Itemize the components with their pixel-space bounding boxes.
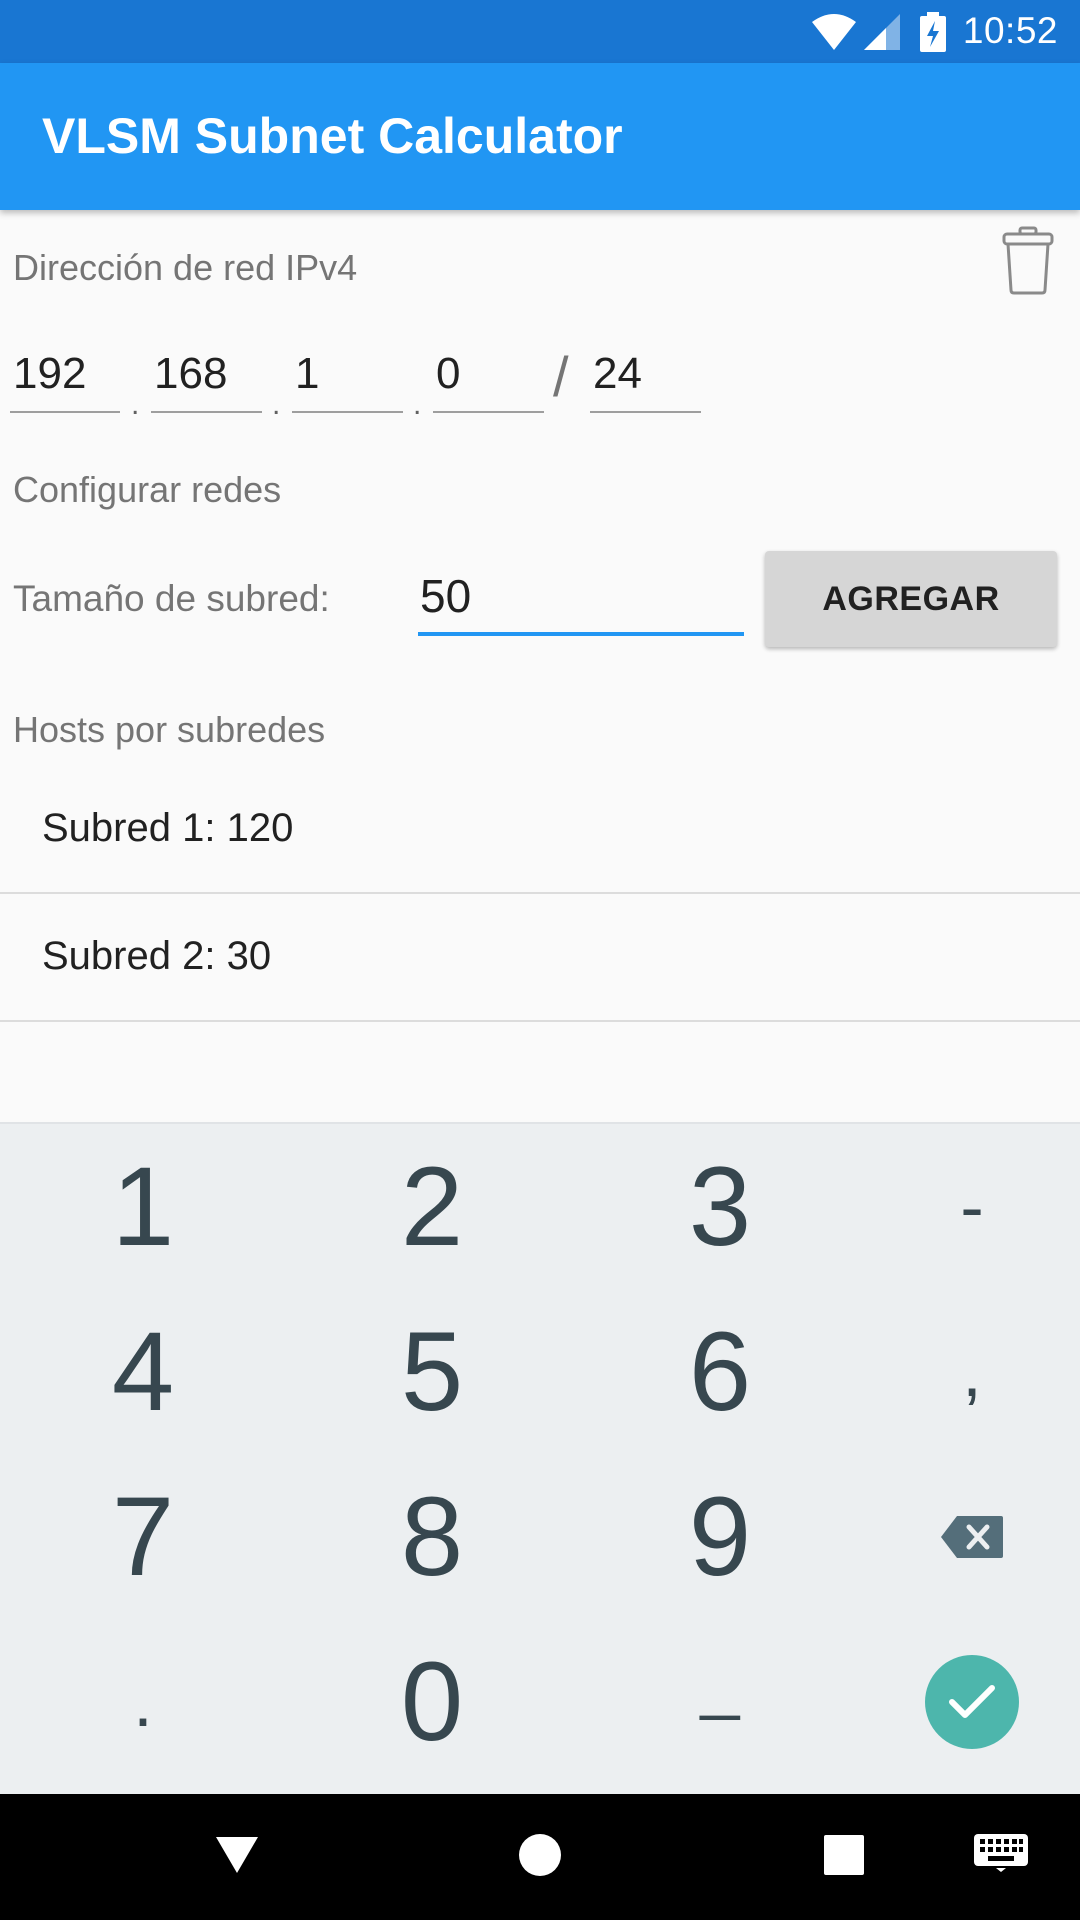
key-6[interactable]: 6 — [585, 1289, 855, 1454]
keyboard-icon[interactable] — [974, 1834, 1028, 1872]
trash-icon — [1002, 226, 1054, 295]
key-0[interactable]: 0 — [297, 1619, 567, 1784]
network-address-label: Dirección de red IPv4 — [13, 247, 358, 288]
hosts-label: Hosts por subredes — [13, 709, 326, 750]
key-comma[interactable]: , — [837, 1289, 1080, 1454]
key-9[interactable]: 9 — [585, 1454, 855, 1619]
list-item-text: Subred 1: 120 — [42, 806, 294, 850]
home-icon[interactable] — [518, 1833, 562, 1877]
octet-2-input[interactable]: 168 — [151, 345, 262, 413]
prefix-separator: / — [553, 345, 569, 408]
octet-3-input[interactable]: 1 — [292, 345, 403, 413]
status-bar: 10:52 — [0, 0, 1080, 63]
back-icon[interactable] — [214, 1835, 260, 1875]
octet-separator: . — [131, 388, 140, 421]
recents-icon[interactable] — [824, 1835, 864, 1875]
battery-charging-icon — [920, 12, 946, 52]
octet-1-input[interactable]: 192 — [10, 345, 120, 413]
signal-icon — [864, 14, 900, 50]
key-8[interactable]: 8 — [297, 1454, 567, 1619]
key-underscore[interactable]: _ — [585, 1599, 855, 1764]
octet-separator: . — [413, 388, 422, 421]
list-item[interactable]: Subred 1: 120 — [0, 766, 1080, 894]
wifi-icon — [812, 14, 856, 50]
numeric-keyboard: 1 2 3 - 4 5 6 , 7 8 9 . 0 _ — [0, 1122, 1080, 1794]
key-1[interactable]: 1 — [8, 1124, 278, 1289]
config-label: Configurar redes — [13, 469, 282, 510]
prefix-input[interactable]: 24 — [590, 345, 701, 413]
backspace-key[interactable] — [837, 1454, 1080, 1619]
subnet-size-input[interactable]: 50 — [418, 568, 744, 636]
app-bar: VLSM Subnet Calculator — [0, 63, 1080, 210]
key-period[interactable]: . — [8, 1619, 278, 1784]
list-item[interactable]: Subred 2: 30 — [0, 894, 1080, 1022]
navigation-bar — [0, 1794, 1080, 1920]
subnet-size-label: Tamaño de subred: — [13, 578, 330, 619]
key-3[interactable]: 3 — [585, 1124, 855, 1289]
done-key[interactable] — [837, 1619, 1080, 1784]
list-item-text: Subred 2: 30 — [42, 934, 272, 978]
key-5[interactable]: 5 — [297, 1289, 567, 1454]
key-7[interactable]: 7 — [8, 1454, 278, 1619]
key-4[interactable]: 4 — [8, 1289, 278, 1454]
key-2[interactable]: 2 — [297, 1124, 567, 1289]
add-button[interactable]: AGREGAR — [765, 551, 1057, 647]
check-icon — [949, 1684, 995, 1718]
status-time: 10:52 — [962, 10, 1058, 51]
octet-4-input[interactable]: 0 — [433, 345, 544, 413]
clear-button[interactable] — [1000, 226, 1056, 296]
app-title: VLSM Subnet Calculator — [42, 108, 623, 164]
key-minus[interactable]: - — [837, 1124, 1080, 1289]
backspace-icon — [941, 1515, 1003, 1558]
octet-separator: . — [272, 388, 281, 421]
done-button — [925, 1654, 1019, 1749]
